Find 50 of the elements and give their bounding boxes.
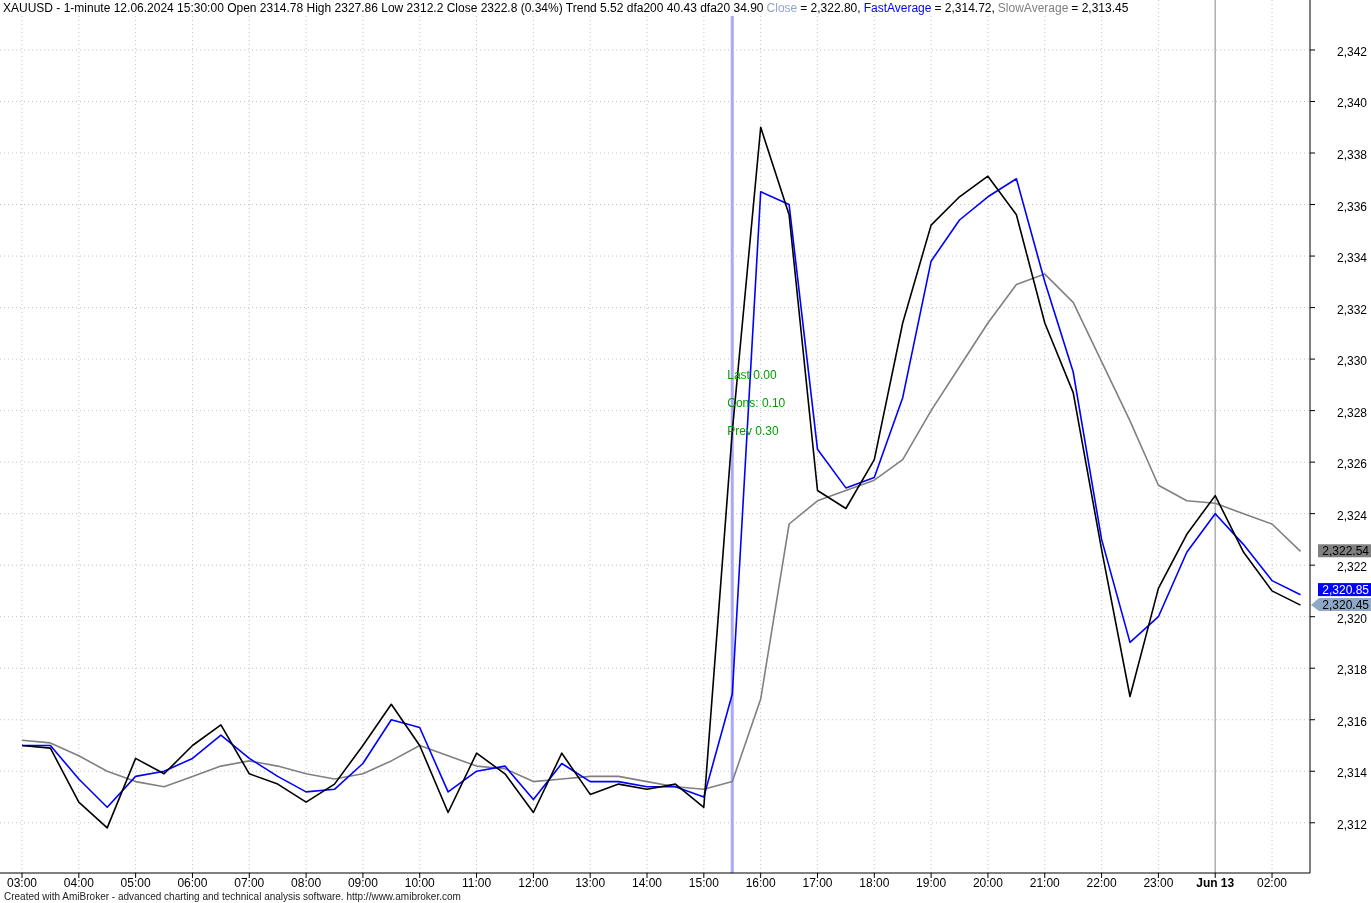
legend-value: = 2,314.72, <box>934 0 995 16</box>
y-axis-label: 2,312 <box>1336 817 1367 832</box>
y-axis-label: 2,320 <box>1336 611 1367 626</box>
chart-title: XAUUSD - 1-minute 12.06.2024 15:30:00 Open 2314.78 High 2327.86 Low 2312.2 Close 2322.8 (0.34%) Trend 5.52 dfa200 40.43 dfa20 34.90 <box>3 0 764 16</box>
price-tag: 2,322.54 <box>1318 544 1371 559</box>
y-axis-label: 2,332 <box>1336 302 1367 317</box>
x-axis-label: 09:00 <box>347 876 378 890</box>
legend-value: = 2,313.45 <box>1071 0 1129 16</box>
y-axis-label: 2,338 <box>1336 148 1367 162</box>
x-axis-label: 04:00 <box>63 876 94 890</box>
legend-name: Close <box>766 0 798 16</box>
legend-name: FastAverage <box>863 0 932 16</box>
x-axis-label: 02:00 <box>1257 876 1288 890</box>
x-axis-label: 13:00 <box>575 876 606 890</box>
footer-credit: Created with AmiBroker - advanced charting and technical analysis software. http://www.amibroker.com <box>3 890 462 903</box>
y-axis-label: 2,322 <box>1336 560 1367 575</box>
x-axis-label: 14:00 <box>632 876 663 890</box>
price-tag: 2,320.85 <box>1318 583 1371 598</box>
y-axis-label: 2,336 <box>1336 199 1367 214</box>
x-axis-label: 10:00 <box>404 876 435 890</box>
x-axis-label: 05:00 <box>120 876 151 890</box>
y-axis-label: 2,340 <box>1336 96 1367 111</box>
y-axis-label: 2,314 <box>1336 766 1367 781</box>
legend-name: SlowAverage <box>997 0 1069 16</box>
x-axis-label: 03:00 <box>7 876 37 890</box>
x-axis-label: 12:00 <box>518 876 549 890</box>
x-axis-label: 22:00 <box>1086 876 1117 890</box>
x-axis-label: 21:00 <box>1029 876 1060 890</box>
y-axis-label: 2,324 <box>1336 508 1367 523</box>
x-axis-label: 07:00 <box>234 876 265 890</box>
y-axis-label: 2,318 <box>1336 663 1367 678</box>
y-axis-label: 2,330 <box>1336 354 1367 369</box>
y-axis-label: 2,342 <box>1336 44 1367 59</box>
x-axis-label: 08:00 <box>291 876 322 890</box>
x-axis-label: Jun 13 <box>1196 876 1235 890</box>
x-axis-label: 06:00 <box>177 876 208 890</box>
y-axis-label: 2,328 <box>1336 405 1367 420</box>
x-axis-label: 15:00 <box>688 876 719 890</box>
y-axis-label: 2,334 <box>1336 251 1367 266</box>
price-tag: 2,320.45 <box>1311 598 1371 613</box>
y-axis-label: 2,316 <box>1336 714 1367 729</box>
x-axis-label: 16:00 <box>745 876 776 890</box>
x-axis-label: 20:00 <box>972 876 1003 890</box>
x-axis-label: 11:00 <box>462 876 492 890</box>
x-axis-label: 17:00 <box>802 876 833 890</box>
x-axis-label: 23:00 <box>1143 876 1174 890</box>
y-axis-label: 2,326 <box>1336 457 1367 472</box>
legend-value: = 2,322.80, <box>800 0 861 16</box>
x-axis-label: 18:00 <box>859 876 890 890</box>
x-axis-label: 19:00 <box>916 876 947 890</box>
